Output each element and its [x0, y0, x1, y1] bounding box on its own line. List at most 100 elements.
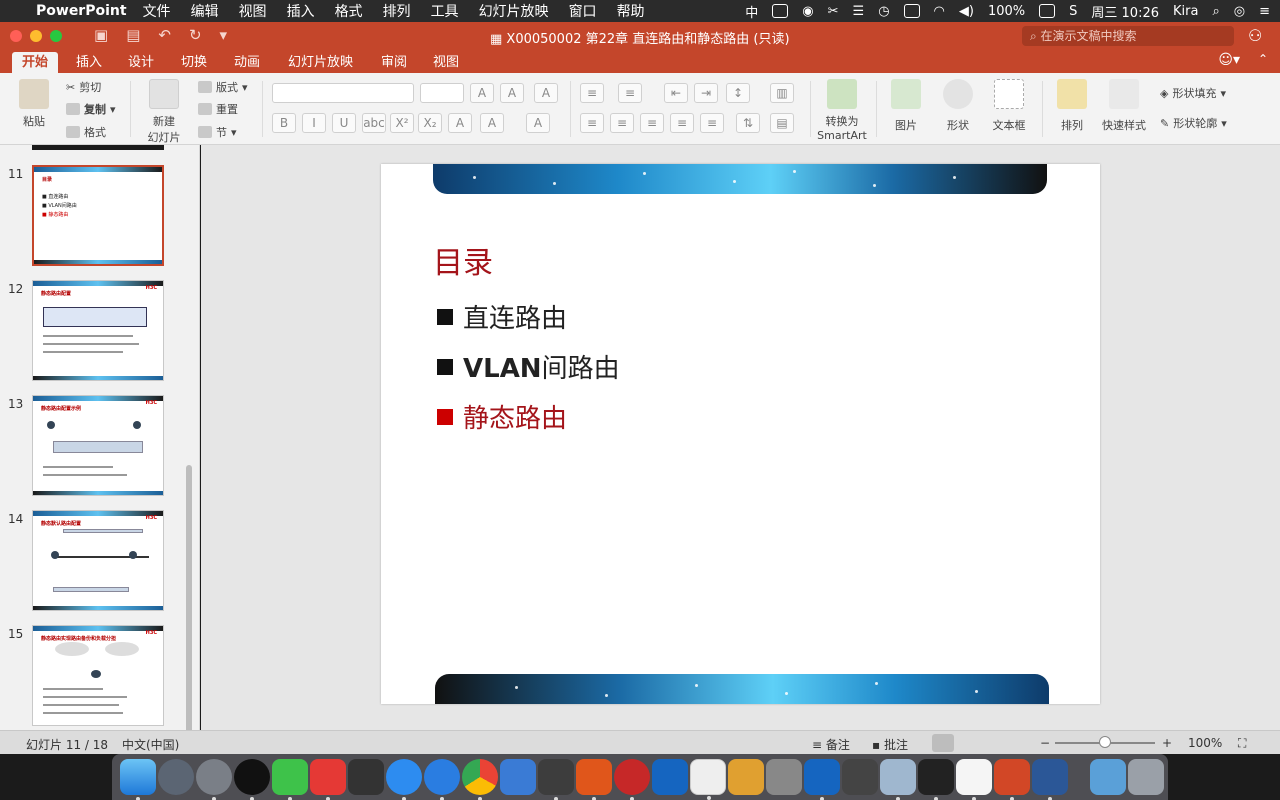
thumbnail-slide-11[interactable]: 目录 ■ 直连路由 ■ VLAN间路由 ■ 静态路由 — [32, 165, 164, 266]
qq-icon[interactable] — [234, 759, 270, 800]
video-icon[interactable] — [348, 759, 384, 795]
subscript-button[interactable]: X₂ — [418, 113, 442, 133]
normal-view-button[interactable] — [932, 734, 954, 752]
format-painter-button[interactable]: 格式 — [66, 124, 106, 140]
quick-styles-button[interactable]: 快速样式 — [1098, 79, 1150, 133]
superscript-button[interactable]: X² — [390, 113, 414, 133]
spotlight-search-icon[interactable]: ⌕ — [1212, 4, 1219, 19]
decrease-indent-button[interactable]: ⇤ — [664, 83, 688, 103]
battery-percent[interactable]: 100% — [988, 4, 1025, 19]
align-left-button[interactable]: ≡ — [580, 113, 604, 133]
input-method-indicator[interactable]: 中 — [745, 2, 758, 21]
columns-button[interactable]: ▥ — [770, 83, 794, 103]
cut-button[interactable]: ✂ 剪切 — [66, 79, 101, 95]
wifi-icon[interactable]: ◠ — [934, 4, 945, 19]
copy-button[interactable]: 复制 ▾ — [66, 101, 116, 117]
menu-view[interactable]: 视图 — [239, 1, 267, 21]
menu-slideshow[interactable]: 幻灯片放映 — [479, 1, 549, 21]
align-center-button[interactable]: ≡ — [610, 113, 634, 133]
increase-indent-button[interactable]: ⇥ — [694, 83, 718, 103]
bullets-button[interactable]: ≡ — [580, 83, 604, 103]
shape-button[interactable]: 形状 — [938, 79, 978, 133]
airplay-icon[interactable] — [903, 4, 920, 18]
new-slide-button[interactable]: 新建 幻灯片 — [140, 79, 188, 145]
trash-icon[interactable] — [1128, 759, 1164, 795]
thumbnail-slide-12[interactable]: 静态路由配置 H3C — [32, 280, 164, 381]
bullet-direct-route[interactable]: 直连路由 — [437, 298, 567, 335]
change-case-button[interactable]: A — [448, 113, 472, 133]
preview-icon[interactable] — [880, 759, 916, 800]
tab-design[interactable]: 设计 — [118, 52, 164, 73]
highlight-button[interactable]: A — [480, 113, 504, 133]
pycharm-icon[interactable] — [614, 759, 650, 800]
collapse-ribbon-icon[interactable]: ⌃ — [1258, 52, 1268, 66]
numbering-button[interactable]: ≡ — [618, 83, 642, 103]
app-g-icon[interactable] — [310, 759, 346, 800]
font-color-button[interactable]: A — [526, 113, 550, 133]
tab-insert[interactable]: 插入 — [66, 52, 112, 73]
redo-icon[interactable]: ↻ — [189, 26, 202, 44]
tab-home[interactable]: 开始 — [12, 52, 59, 73]
system-preferences-icon[interactable] — [196, 759, 232, 800]
thumbnail-slide-13[interactable]: 静态路由配置示例 H3C — [32, 395, 164, 496]
qq-browser-icon[interactable] — [424, 759, 460, 800]
stack-icon[interactable]: ☰ — [853, 4, 865, 19]
arrange-button[interactable]: 排列 — [1052, 79, 1092, 133]
bullet-inter-vlan-route[interactable]: VLAN间路由 — [437, 348, 620, 385]
shape-outline-button[interactable]: ✎ 形状轮廓 ▾ — [1160, 115, 1227, 131]
tab-animations[interactable]: 动画 — [224, 52, 270, 73]
save-icon[interactable]: ▤ — [126, 26, 140, 44]
terminal-icon[interactable] — [918, 759, 954, 800]
vm-icon[interactable] — [804, 759, 840, 800]
keka-icon[interactable] — [728, 759, 764, 795]
text-direction-button[interactable]: ⇅ — [736, 113, 760, 133]
menu-tools[interactable]: 工具 — [431, 1, 459, 21]
paste-button[interactable]: 粘贴 — [14, 79, 54, 129]
current-slide[interactable]: 目录 直连路由 VLAN间路由 静态路由 — [381, 164, 1100, 704]
safari-icon[interactable] — [386, 759, 422, 800]
thumbnail-slide-14[interactable]: 静态默认路由配置 H3C — [32, 510, 164, 611]
app-menu[interactable]: PowerPoint — [36, 3, 127, 19]
minimize-window-button[interactable] — [30, 30, 42, 42]
tab-transitions[interactable]: 切换 — [171, 52, 217, 73]
powerpoint-icon[interactable] — [994, 759, 1030, 800]
downloads-icon[interactable] — [1090, 759, 1126, 795]
bullet-static-route[interactable]: 静态路由 — [437, 398, 567, 435]
parallels-icon[interactable] — [766, 759, 802, 795]
font-name-combo[interactable] — [272, 83, 414, 103]
notes-button[interactable]: ≡ 备注 — [812, 736, 850, 753]
screen-record-icon[interactable] — [772, 4, 789, 18]
tab-view[interactable]: 视图 — [423, 52, 469, 73]
language-indicator[interactable]: 中文(中国) — [122, 736, 179, 753]
italic-button[interactable]: I — [302, 113, 326, 133]
slide-sorter-view-button[interactable] — [968, 734, 990, 752]
align-text-button[interactable]: ▤ — [770, 113, 794, 133]
bold-button[interactable]: B — [272, 113, 296, 133]
menu-insert[interactable]: 插入 — [287, 1, 315, 21]
zoom-slider-knob[interactable] — [1099, 736, 1111, 748]
word-icon[interactable] — [1032, 759, 1068, 800]
notification-center-icon[interactable]: ≡ — [1259, 4, 1270, 19]
slide-title[interactable]: 目录 — [433, 238, 493, 282]
vscode-icon[interactable] — [690, 759, 726, 800]
wechat-icon[interactable] — [272, 759, 308, 800]
menu-edit[interactable]: 编辑 — [191, 1, 219, 21]
textbox-button[interactable]: 文本框 — [988, 79, 1030, 133]
undo-icon[interactable]: ↶ — [158, 26, 171, 44]
convert-smartart-button[interactable]: 转换为 SmartArt — [816, 79, 868, 142]
battery-icon[interactable] — [1039, 4, 1056, 18]
sidebar-toggle-icon[interactable]: ▣ — [94, 26, 108, 44]
strikethrough-button[interactable]: abc — [362, 113, 386, 133]
tab-slideshow[interactable]: 幻灯片放映 — [278, 52, 363, 73]
justify-button[interactable]: ≡ — [670, 113, 694, 133]
underline-button[interactable]: U — [332, 113, 356, 133]
creative-cloud-icon[interactable]: ◉ — [802, 4, 813, 19]
fit-to-window-icon[interactable]: ⛶ — [1238, 736, 1246, 751]
chrome-icon[interactable] — [462, 759, 498, 800]
launchpad-icon[interactable] — [158, 759, 194, 795]
increase-font-button[interactable]: A — [470, 83, 494, 103]
distributed-button[interactable]: ≡ — [700, 113, 724, 133]
baidu-netdisk-icon[interactable] — [500, 759, 536, 795]
thumbnail-slide-15[interactable]: 静态路由实现路由备份和负载分担 H3C — [32, 625, 164, 726]
customize-toolbar-icon[interactable]: ▾ — [220, 26, 228, 44]
